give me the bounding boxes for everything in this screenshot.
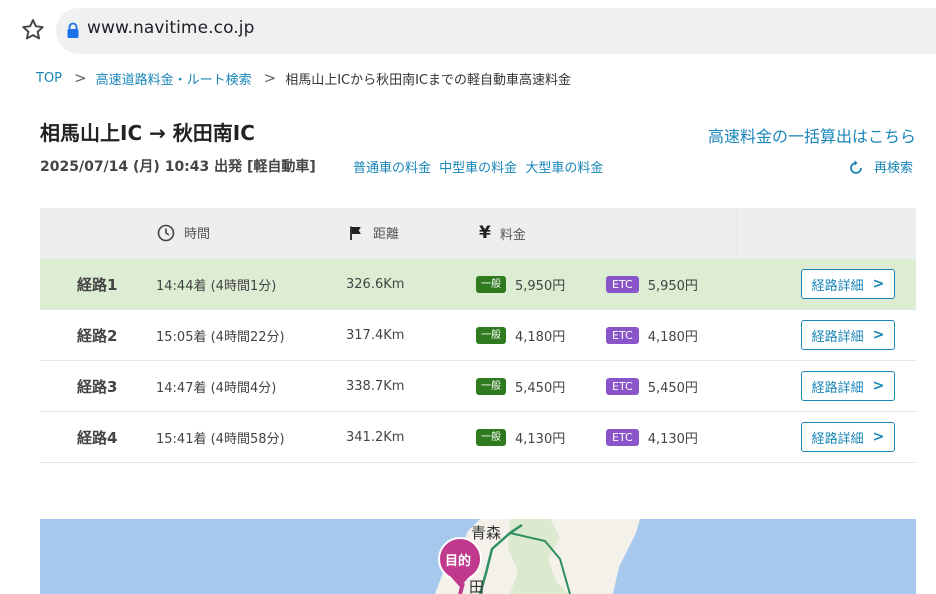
- general-fee: 一般 5,450円: [476, 361, 565, 411]
- general-fee-value: 4,130円: [515, 431, 566, 447]
- breadcrumb-highway-fee-link[interactable]: 高速道路料金・ルート検索: [96, 69, 252, 88]
- medium-car-fee-link[interactable]: 中型車の料金: [439, 161, 517, 176]
- chevron-right-icon: >: [872, 378, 885, 394]
- breadcrumb-top-link[interactable]: TOP: [36, 71, 62, 86]
- table-header: 時間 距離 ¥ 料金: [40, 208, 916, 259]
- chevron-right-icon: >: [74, 69, 87, 87]
- general-badge: 一般: [476, 377, 506, 395]
- map-place-label-partial: 田: [469, 578, 485, 594]
- page-title: 相馬山上IC → 秋田南IC: [40, 121, 255, 145]
- breadcrumb: TOP > 高速道路料金・ルート検索 > 相馬山上ICから秋田南ICまでの軽自動…: [36, 68, 571, 88]
- route-time: 14:47着 (4時間4分): [156, 380, 277, 396]
- route-name: 経路1: [77, 275, 118, 294]
- large-car-fee-link[interactable]: 大型車の料金: [525, 161, 603, 176]
- lock-icon[interactable]: [66, 22, 80, 39]
- research-label: 再検索: [873, 161, 913, 176]
- header-divider: [737, 208, 738, 259]
- etc-fee: ETC 5,950円: [606, 259, 698, 309]
- general-fee-value: 5,950円: [515, 278, 566, 294]
- route-distance: 326.6Km: [346, 276, 405, 292]
- general-fee: 一般 5,950円: [476, 259, 565, 309]
- standard-car-fee-link[interactable]: 普通車の料金: [353, 161, 431, 176]
- header-distance: 距離: [348, 223, 399, 242]
- etc-badge: ETC: [606, 275, 639, 293]
- flag-icon: [350, 226, 361, 240]
- vehicle-type-links: 普通車の料金 中型車の料金 大型車の料金: [353, 157, 607, 176]
- route-distance: 338.7Km: [346, 378, 405, 394]
- route-time: 15:05着 (4時間22分): [156, 329, 285, 345]
- breadcrumb-current: 相馬山上ICから秋田南ICまでの軽自動車高速料金: [285, 72, 572, 88]
- route-distance: 341.2Km: [346, 429, 405, 445]
- departure-info: 2025/07/14 (月) 10:43 出発 [軽自動車]: [40, 159, 316, 175]
- etc-fee: ETC 4,130円: [606, 412, 698, 462]
- general-badge: 一般: [476, 428, 506, 446]
- table-row[interactable]: 経路2 15:05着 (4時間22分) 317.4Km 一般 4,180円 ET…: [40, 310, 916, 361]
- research-button[interactable]: 再検索: [848, 157, 913, 176]
- route-time: 15:41着 (4時間58分): [156, 431, 285, 447]
- browser-toolbar: www.navitime.co.jp: [0, 0, 936, 62]
- clock-icon: [157, 224, 175, 241]
- general-badge: 一般: [476, 275, 506, 293]
- general-badge: 一般: [476, 326, 506, 344]
- general-fee: 一般 4,130円: [476, 412, 565, 462]
- url-text[interactable]: www.navitime.co.jp: [87, 18, 255, 38]
- general-fee-value: 5,450円: [515, 380, 566, 396]
- etc-badge: ETC: [606, 377, 639, 395]
- route-distance: 317.4Km: [346, 327, 405, 343]
- table-row[interactable]: 経路3 14:47着 (4時間4分) 338.7Km 一般 5,450円 ETC…: [40, 361, 916, 412]
- bulk-calculation-link[interactable]: 高速料金の一括算出はこちら: [708, 123, 916, 147]
- etc-fee-value: 5,450円: [647, 380, 698, 396]
- general-fee: 一般 4,180円: [476, 310, 565, 360]
- chevron-right-icon: >: [872, 429, 885, 445]
- yen-icon: ¥: [479, 223, 491, 243]
- etc-fee-value: 4,130円: [647, 431, 698, 447]
- route-detail-button[interactable]: 経路詳細 >: [801, 371, 895, 401]
- table-row[interactable]: 経路4 15:41着 (4時間58分) 341.2Km 一般 4,130円 ET…: [40, 412, 916, 463]
- bookmark-star-icon[interactable]: [20, 17, 46, 43]
- chevron-right-icon: >: [872, 276, 885, 292]
- route-detail-button[interactable]: 経路詳細 >: [801, 320, 895, 350]
- route-detail-button[interactable]: 経路詳細 >: [801, 422, 895, 452]
- etc-badge: ETC: [606, 326, 639, 344]
- etc-badge: ETC: [606, 428, 639, 446]
- header-time: 時間: [157, 223, 210, 242]
- route-name: 経路3: [77, 377, 118, 396]
- header-fee: ¥ 料金: [479, 223, 526, 243]
- etc-fee-value: 4,180円: [647, 329, 698, 345]
- route-time: 14:44着 (4時間1分): [156, 278, 277, 294]
- general-fee-value: 4,180円: [515, 329, 566, 345]
- chevron-right-icon: >: [872, 327, 885, 343]
- etc-fee: ETC 4,180円: [606, 310, 698, 360]
- map-destination-pin-label: 目的: [445, 554, 472, 569]
- route-name: 経路4: [77, 428, 118, 447]
- route-table: 時間 距離 ¥ 料金 経路1 14:44着 (4時間1分) 326.6Km 一般…: [40, 208, 916, 463]
- refresh-icon: [850, 159, 862, 174]
- etc-fee-value: 5,950円: [647, 278, 698, 294]
- etc-fee: ETC 5,450円: [606, 361, 698, 411]
- chevron-right-icon: >: [263, 69, 277, 87]
- map-place-label: 青森: [471, 524, 502, 542]
- route-name: 経路2: [77, 326, 118, 345]
- route-detail-button[interactable]: 経路詳細 >: [801, 269, 895, 299]
- route-map[interactable]: 青森 目的 田: [40, 519, 916, 594]
- table-row[interactable]: 経路1 14:44着 (4時間1分) 326.6Km 一般 5,950円 ETC…: [40, 259, 916, 310]
